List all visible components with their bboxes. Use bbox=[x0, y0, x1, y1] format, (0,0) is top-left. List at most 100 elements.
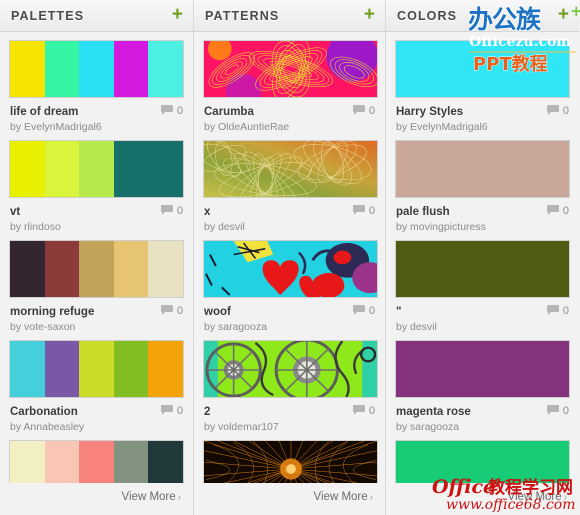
add-pattern-plus-icon[interactable]: + bbox=[364, 5, 375, 26]
view-more-patterns-link[interactable]: View More › bbox=[314, 491, 373, 503]
color-swatch[interactable] bbox=[395, 340, 570, 398]
list-item[interactable]: pale flush 0 by movingpicturess bbox=[395, 140, 570, 233]
pattern-image bbox=[204, 341, 377, 397]
item-title[interactable]: 2 bbox=[204, 406, 210, 418]
list-item[interactable]: Carbonation 0 by Annabeasley bbox=[9, 340, 184, 433]
palette-color-swatch bbox=[79, 141, 114, 197]
palette-color-swatch bbox=[113, 41, 149, 97]
comment-bubble-icon bbox=[352, 202, 365, 220]
pattern-image bbox=[204, 41, 377, 97]
comment-group: 0 bbox=[160, 402, 183, 420]
list-item[interactable]: morning refuge 0 by vote-saxon bbox=[9, 240, 184, 333]
comment-count: 0 bbox=[562, 405, 569, 417]
palette-swatch[interactable] bbox=[9, 440, 184, 483]
view-more-palettes-link[interactable]: View More › bbox=[122, 491, 181, 503]
color-swatch[interactable] bbox=[395, 140, 570, 198]
column-header-colors: COLORS + bbox=[386, 0, 579, 32]
item-title[interactable]: Carumba bbox=[204, 106, 254, 118]
item-title[interactable]: woof bbox=[204, 306, 231, 318]
column-patterns: PATTERNS + Carumba 0 by OldeAuntieRae x … bbox=[193, 0, 386, 515]
color-swatch[interactable] bbox=[395, 440, 570, 483]
item-author[interactable]: by EvelynMadrigal6 bbox=[10, 121, 183, 133]
comment-bubble-icon bbox=[546, 302, 559, 320]
item-title[interactable]: " bbox=[396, 306, 401, 318]
pattern-thumbnail[interactable] bbox=[203, 240, 378, 298]
item-author[interactable]: by saragooza bbox=[396, 421, 569, 433]
list-item[interactable]: ggrvhg 0 by tylee bbox=[9, 440, 184, 483]
pattern-thumbnail[interactable] bbox=[203, 40, 378, 98]
item-author[interactable]: by Annabeasley bbox=[10, 421, 183, 433]
color-swatch[interactable] bbox=[395, 40, 570, 98]
column-title-patterns: PATTERNS bbox=[205, 8, 280, 23]
list-item[interactable]: No Church inthe Wild 0 by AltairAlloy bbox=[203, 440, 378, 483]
view-more-colors-link[interactable]: View More › bbox=[508, 491, 567, 503]
item-author[interactable]: by OldeAuntieRae bbox=[204, 121, 375, 133]
item-author[interactable]: by desvil bbox=[396, 321, 569, 333]
color-list: Harry Styles 0 by EvelynMadrigal6 pale f… bbox=[386, 32, 579, 483]
item-title[interactable]: Carbonation bbox=[10, 406, 78, 418]
comment-bubble-icon bbox=[546, 402, 559, 420]
list-item[interactable]: 2 0 by voldemar107 bbox=[203, 340, 378, 433]
column-title-colors: COLORS bbox=[397, 8, 458, 23]
palette-color-swatch bbox=[113, 241, 149, 297]
item-author[interactable]: by desvil bbox=[204, 221, 375, 233]
list-item[interactable]: magenta rose 0 by saragooza bbox=[395, 340, 570, 433]
palette-color-swatch bbox=[44, 441, 80, 483]
pattern-thumbnail[interactable] bbox=[203, 340, 378, 398]
list-item[interactable]: x 0 by desvil bbox=[203, 140, 378, 233]
palette-swatch[interactable] bbox=[9, 40, 184, 98]
item-author[interactable]: by voldemar107 bbox=[204, 421, 375, 433]
palette-swatch[interactable] bbox=[9, 240, 184, 298]
item-title[interactable]: magenta rose bbox=[396, 406, 471, 418]
color-swatch[interactable] bbox=[395, 240, 570, 298]
add-palette-plus-icon[interactable]: + bbox=[172, 5, 183, 26]
color-fill bbox=[396, 341, 569, 397]
item-author[interactable]: by movingpicturess bbox=[396, 221, 569, 233]
item-title[interactable]: pale flush bbox=[396, 206, 450, 218]
list-item[interactable]: life of dream 0 by EvelynMadrigal6 bbox=[9, 40, 184, 133]
list-item[interactable]: Harry Styles 0 by EvelynMadrigal6 bbox=[395, 40, 570, 133]
list-item[interactable]: blumarine 0 by voldemar107 bbox=[395, 440, 570, 483]
item-title[interactable]: Harry Styles bbox=[396, 106, 463, 118]
palette-color-swatch bbox=[148, 41, 183, 97]
item-title[interactable]: x bbox=[204, 206, 210, 218]
chevron-right-icon: › bbox=[369, 492, 373, 503]
color-fill bbox=[396, 441, 569, 483]
card-meta: magenta rose 0 by saragooza bbox=[395, 398, 570, 433]
comment-count: 0 bbox=[176, 105, 183, 117]
list-item[interactable]: vt 0 by rlindoso bbox=[9, 140, 184, 233]
palette-color-swatch bbox=[10, 141, 45, 197]
comment-group: 0 bbox=[160, 202, 183, 220]
pattern-thumbnail[interactable] bbox=[203, 440, 378, 483]
palette-strip bbox=[10, 241, 183, 297]
palette-swatch[interactable] bbox=[9, 340, 184, 398]
list-item[interactable]: woof 0 by saragooza bbox=[203, 240, 378, 333]
color-fill bbox=[396, 141, 569, 197]
list-item[interactable]: " 0 by desvil bbox=[395, 240, 570, 333]
item-author[interactable]: by rlindoso bbox=[10, 221, 183, 233]
list-item[interactable]: Carumba 0 by OldeAuntieRae bbox=[203, 40, 378, 133]
item-author[interactable]: by saragooza bbox=[204, 321, 375, 333]
card-meta: 2 0 by voldemar107 bbox=[203, 398, 376, 433]
card-meta: morning refuge 0 by vote-saxon bbox=[9, 298, 184, 333]
palette-color-swatch bbox=[148, 241, 183, 297]
chevron-right-icon: › bbox=[563, 492, 567, 503]
add-color-plus-icon[interactable]: + bbox=[558, 5, 569, 26]
comment-group: 0 bbox=[352, 202, 375, 220]
pattern-thumbnail[interactable] bbox=[203, 140, 378, 198]
column-colors: COLORS + Harry Styles 0 by EvelynMadriga… bbox=[386, 0, 579, 515]
item-title[interactable]: morning refuge bbox=[10, 306, 94, 318]
palette-color-swatch bbox=[113, 441, 149, 483]
item-author[interactable]: by EvelynMadrigal6 bbox=[396, 121, 569, 133]
comment-count: 0 bbox=[562, 205, 569, 217]
palette-swatch[interactable] bbox=[9, 140, 184, 198]
palette-strip bbox=[10, 341, 183, 397]
color-fill bbox=[396, 241, 569, 297]
palette-color-swatch bbox=[79, 441, 114, 483]
item-title[interactable]: vt bbox=[10, 206, 20, 218]
item-author[interactable]: by vote-saxon bbox=[10, 321, 183, 333]
item-title[interactable]: life of dream bbox=[10, 106, 78, 118]
pattern-image bbox=[204, 141, 377, 197]
comment-count: 0 bbox=[368, 105, 375, 117]
palette-strip bbox=[10, 441, 183, 483]
